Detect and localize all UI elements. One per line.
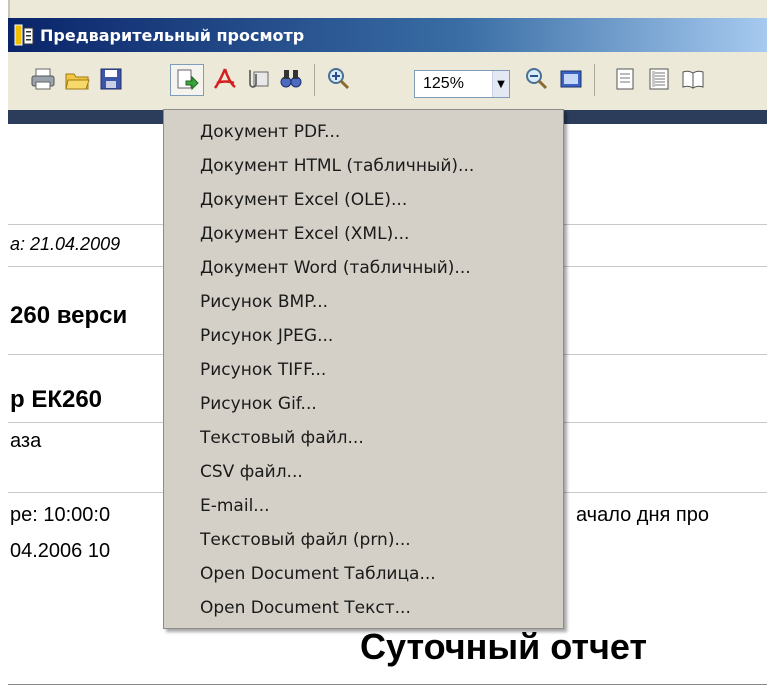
chevron-down-icon[interactable]: ▼ [492, 71, 509, 97]
multi-page-icon[interactable] [646, 66, 672, 92]
toolbar-separator [314, 64, 315, 96]
menu-item-pdf[interactable]: Документ PDF... [200, 116, 340, 148]
mail-attach-icon[interactable] [244, 66, 270, 92]
menu-item-excel-ole[interactable]: Документ Excel (OLE)... [200, 184, 407, 216]
menu-item-odt[interactable]: Open Document Текст... [200, 592, 411, 624]
menu-item-html[interactable]: Документ HTML (табличный)... [200, 150, 474, 182]
menu-item-jpeg[interactable]: Рисунок JPEG... [200, 320, 333, 352]
report-title: Суточный отчет [360, 626, 648, 667]
menu-item-bmp[interactable]: Рисунок BMP... [200, 286, 328, 318]
toolbar [8, 52, 767, 111]
doc-time: ре: 10:00:0 [10, 504, 111, 526]
page-width-icon[interactable] [558, 66, 584, 92]
divider [8, 684, 767, 685]
menu-item-csv[interactable]: CSV файл... [200, 456, 303, 488]
menu-item-text-prn[interactable]: Текстовый файл (prn)... [200, 524, 411, 556]
pdf-icon[interactable] [212, 66, 238, 92]
menu-item-gif[interactable]: Рисунок Gif... [200, 388, 317, 420]
find-icon[interactable] [278, 66, 304, 92]
menu-item-text[interactable]: Текстовый файл... [200, 422, 364, 454]
menu-item-email[interactable]: E-mail... [200, 490, 270, 522]
doc-version: 260 верси [10, 302, 128, 329]
zoom-value: 125% [423, 75, 464, 92]
doc-date: а: 21.04.2009 [10, 234, 121, 254]
menu-item-word[interactable]: Документ Word (табличный)... [200, 252, 471, 284]
zoom-select[interactable]: 125% ▼ [414, 70, 510, 98]
print-icon[interactable] [30, 66, 56, 92]
page-icon[interactable] [612, 66, 638, 92]
export-button[interactable] [170, 64, 204, 96]
zoom-in-icon[interactable] [326, 66, 352, 92]
export-menu: Документ PDF... Документ HTML (табличный… [163, 109, 564, 629]
title-bar[interactable]: Предварительный просмотр [8, 18, 767, 52]
book-icon[interactable] [680, 66, 706, 92]
doc-date2: 04.2006 10 [10, 540, 111, 562]
doc-day-start: ачало дня про [576, 504, 709, 526]
app-icon [14, 24, 34, 46]
toolbar-separator [594, 64, 595, 96]
menu-item-excel-xml[interactable]: Документ Excel (XML)... [200, 218, 409, 250]
doc-gas: аза [10, 430, 42, 452]
save-icon[interactable] [98, 66, 124, 92]
window-title: Предварительный просмотр [40, 25, 305, 45]
menu-item-ods[interactable]: Open Document Таблица... [200, 558, 436, 590]
doc-device: р ЕК260 [10, 386, 103, 413]
menu-item-tiff[interactable]: Рисунок TIFF... [200, 354, 326, 386]
zoom-out-icon[interactable] [524, 66, 550, 92]
open-icon[interactable] [64, 66, 90, 92]
